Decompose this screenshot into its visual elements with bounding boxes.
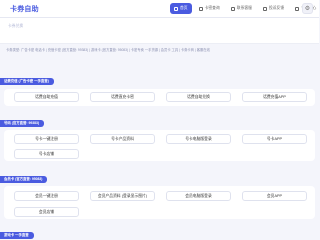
number-app-button[interactable]: 号卡APP xyxy=(242,134,307,144)
section-label-member: 会员卡 (官方直营: 95083) xyxy=(0,176,48,183)
member-info-button[interactable]: 会员产品资料 (登录显示图片) xyxy=(90,191,155,201)
recharge-app-button[interactable]: 话费充值APP xyxy=(242,92,307,102)
gear-icon[interactable]: ⚙ xyxy=(302,3,313,14)
main-nav: 首页 卡密查询 联系客服 投诉反馈 个人中心 xyxy=(170,2,320,16)
support-icon xyxy=(230,6,235,11)
recharge-self-button[interactable]: 话费自助充值 xyxy=(14,92,79,102)
number-shop-button[interactable]: 号卡店铺 xyxy=(14,149,79,159)
nav-label: 联系客服 xyxy=(236,6,252,10)
search-icon xyxy=(198,6,203,11)
nav-label: 首页 xyxy=(180,6,188,10)
home-icon xyxy=(174,6,178,11)
section-card-recharge: 话费自助充值 话费直充卡密 话费自助兑换 话费充值APP xyxy=(4,89,315,106)
nav-item-support[interactable]: 联系客服 xyxy=(227,3,256,14)
recharge-card-button[interactable]: 话费直充卡密 xyxy=(90,92,155,102)
number-pc-login-button[interactable]: 号卡电脑版登录 xyxy=(166,134,231,144)
member-shop-button[interactable]: 会员店铺 xyxy=(14,207,79,217)
section-card-number: 号卡一键注册 号卡产品资料 号卡电脑版登录 号卡APP 号卡店铺 xyxy=(4,130,315,161)
nav-label: 投诉反馈 xyxy=(268,6,285,10)
nav-item-query[interactable]: 卡密查询 xyxy=(195,3,224,14)
member-pc-login-button[interactable]: 会员电脑版登录 xyxy=(166,191,231,201)
brand-logo[interactable]: 卡券自助 xyxy=(10,4,39,14)
info-line: 卡券类型: 广告卡密 电话卡 | 充值卡密 (官方直营: 99383) | 游戏… xyxy=(6,48,210,52)
section-label-number: 号码 (官方直营: 99383) xyxy=(0,120,45,127)
user-icon xyxy=(295,6,300,11)
number-register-button[interactable]: 号卡一键注册 xyxy=(14,134,79,144)
nav-item-feedback[interactable]: 投诉反馈 xyxy=(259,3,288,14)
number-info-button[interactable]: 号卡产品资料 xyxy=(90,134,155,144)
nav-item-home[interactable]: 首页 xyxy=(170,3,192,14)
member-register-button[interactable]: 会员一键注册 xyxy=(14,191,79,201)
member-app-button[interactable]: 会员APP xyxy=(242,191,307,201)
subtitle-bar: 卡券兑换 xyxy=(0,18,319,44)
top-header: 卡券自助 首页 卡密查询 联系客服 投诉反馈 个人中心 ⚙ xyxy=(0,0,319,18)
recharge-exchange-button[interactable]: 话费自助兑换 xyxy=(166,92,231,102)
section-label-recharge: 话费充值 (广告卡密 一手直营) xyxy=(0,78,54,85)
page-subtitle: 卡券兑换 xyxy=(8,24,24,28)
section-label-game: 游戏卡 一手直营 xyxy=(0,232,34,239)
feedback-icon xyxy=(262,6,267,11)
section-card-member: 会员一键注册 会员产品资料 (登录显示图片) 会员电脑版登录 会员APP 会员店… xyxy=(4,186,315,219)
nav-label: 卡密查询 xyxy=(204,6,220,10)
